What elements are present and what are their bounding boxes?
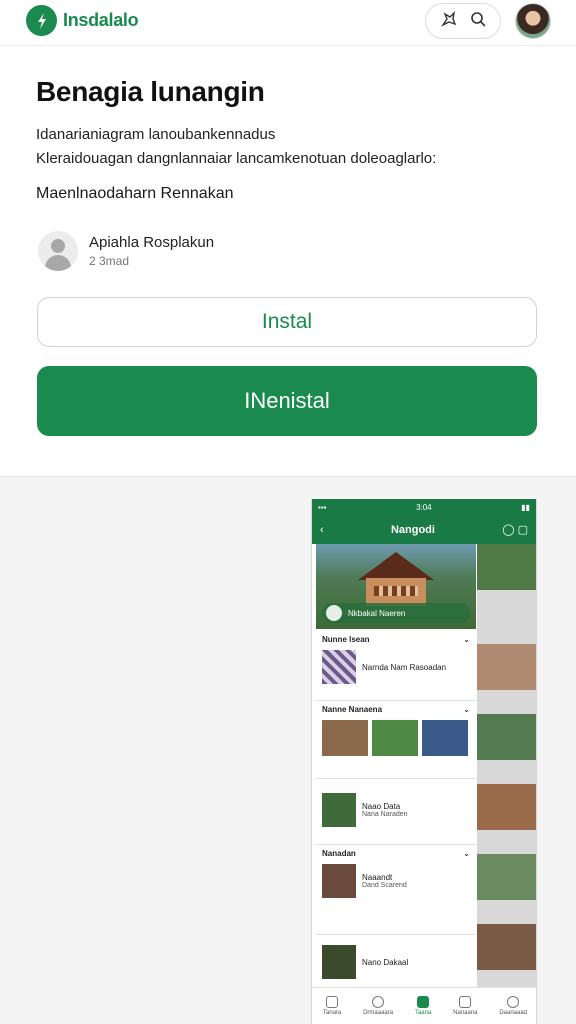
page-title: Benagia lunangin xyxy=(36,76,265,107)
app-preview-screenshot: ▪▪▪ 3:04 ▮▮ ‹ Nangodi ◯ ▢ Nkbakal Naeren… xyxy=(311,499,537,1024)
brand[interactable]: Insdalalo xyxy=(26,5,139,36)
author-avatar-icon xyxy=(38,231,78,271)
phone-status-bar: ▪▪▪ 3:04 ▮▮ xyxy=(312,499,536,515)
item-title: Narnda Nam Rasoadan xyxy=(362,662,447,672)
item-image xyxy=(322,793,356,827)
status-time: 3:04 xyxy=(416,502,432,512)
phone-header: ‹ Nangodi ◯ ▢ xyxy=(312,515,536,544)
profile-icon xyxy=(507,996,520,1008)
side-thumbnails xyxy=(477,544,536,1024)
list-item: Nanne Nanaena ⌄ xyxy=(316,701,476,779)
item-title: Naaandt xyxy=(362,873,393,882)
item-image xyxy=(322,720,368,756)
author-block[interactable]: Apiahla Rosplakun 2 3mad xyxy=(38,231,214,271)
brand-logo-icon xyxy=(26,5,57,36)
item-image xyxy=(322,650,356,684)
bag-icon xyxy=(417,996,430,1008)
section-title: Nanne Nanaena xyxy=(322,705,383,714)
list-item: Nunne lsean ⌄ Narnda Nam Rasoadan xyxy=(316,631,476,701)
top-bar: Insdalalo xyxy=(0,0,576,46)
item-title: Nano Dakaal xyxy=(362,957,409,967)
search-icon[interactable] xyxy=(469,10,487,33)
thumbnail xyxy=(477,644,536,690)
thumbnail xyxy=(477,714,536,760)
signal-icon: ▪▪▪ xyxy=(318,502,327,512)
home-icon xyxy=(326,996,339,1008)
author-name: Apiahla Rosplakun xyxy=(89,234,215,251)
play-icon xyxy=(326,605,342,621)
description-line-1: Idanarianiagram lanoubankennadus xyxy=(36,126,276,143)
item-subtitle: Dand Scarend xyxy=(362,882,407,889)
section-title: Nunne lsean xyxy=(322,635,370,644)
uninstall-button[interactable]: INenistal xyxy=(37,366,537,436)
item-image xyxy=(322,945,356,979)
nav-discover: Drmaaaara xyxy=(363,996,393,1016)
author-meta: 2 3mad xyxy=(89,254,130,268)
item-image xyxy=(422,720,468,756)
list-item: Nano Dakaal xyxy=(316,935,476,985)
compass-icon xyxy=(372,996,385,1008)
nav-profile: Daanaaad xyxy=(499,996,527,1016)
thumbnail xyxy=(477,924,536,970)
list-item: Nanadan ⌄ Naaandt Dand Scarend xyxy=(316,845,476,935)
thumbnail xyxy=(477,854,536,900)
list-item: Naao Data Nana Naraden xyxy=(316,779,476,845)
section-title: Nanadan xyxy=(322,849,356,858)
thumbnail xyxy=(477,544,536,590)
nav-notifications: Nanaana xyxy=(453,996,477,1016)
item-title: Naao Data xyxy=(362,802,401,811)
phone-feed: Nunne lsean ⌄ Narnda Nam Rasoadan Nanne N… xyxy=(316,631,476,986)
user-avatar[interactable] xyxy=(515,3,551,39)
share-icon[interactable] xyxy=(440,10,458,33)
item-subtitle: Nana Naraden xyxy=(362,811,408,818)
item-image xyxy=(372,720,418,756)
install-button[interactable]: Instal xyxy=(37,297,537,347)
phone-bottom-nav: Tanara Drmaaaara Taana Nanaana Daanaaad xyxy=(312,987,536,1024)
toolbar-pill xyxy=(425,3,501,39)
brand-name: Insdalalo xyxy=(63,10,139,30)
bell-icon xyxy=(459,996,472,1008)
back-icon: ‹ xyxy=(320,523,324,536)
thumbnail xyxy=(477,784,536,830)
item-image xyxy=(322,864,356,898)
subheading: Maenlnaodaharn Rennakan xyxy=(36,185,234,202)
hero-caption-text: Nkbakal Naeren xyxy=(348,608,406,618)
hero-caption: Nkbakal Naeren xyxy=(322,603,470,623)
menu-icon: ◯ ▢ xyxy=(502,524,528,536)
nav-active: Taana xyxy=(415,996,431,1016)
phone-header-title: Nangodi xyxy=(390,523,435,536)
description-line-2: Kleraidouagan dangnlannaiar lancamkenotu… xyxy=(36,150,437,167)
battery-icon: ▮▮ xyxy=(521,502,530,512)
nav-home: Tanara xyxy=(323,996,341,1016)
